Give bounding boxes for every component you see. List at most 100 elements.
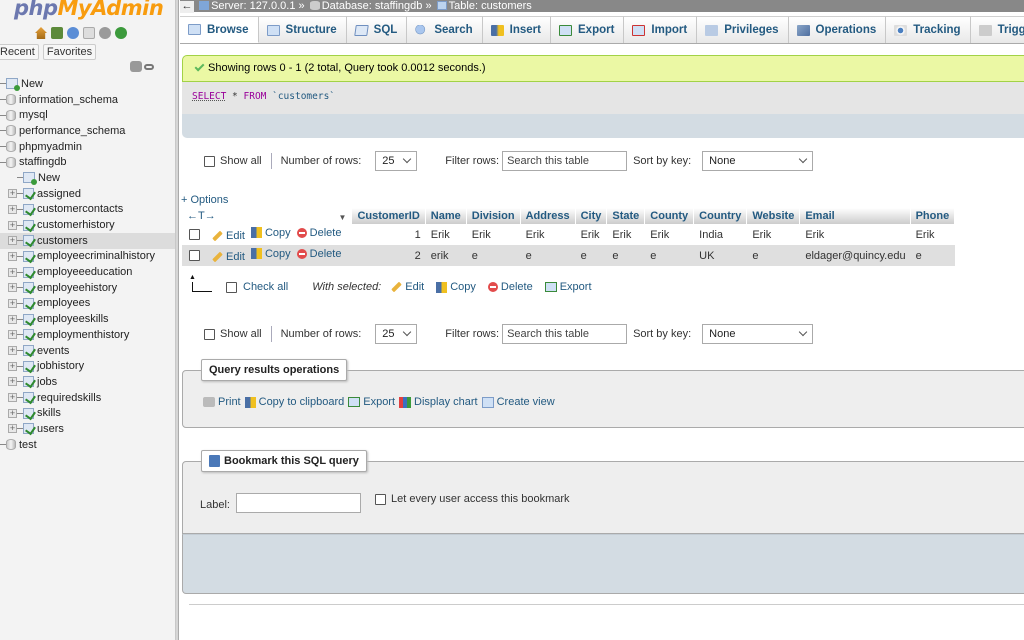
expand-icon[interactable]: + (8, 204, 17, 214)
export-link[interactable]: Export (348, 396, 395, 408)
breadcrumb-server[interactable]: Server: 127.0.0.1 (211, 0, 295, 12)
sidebar-resizer[interactable] (176, 0, 179, 640)
tree-item-mysql[interactable]: mysql (0, 107, 175, 123)
number-of-rows-select[interactable]: 25 (375, 151, 418, 171)
row-checkbox[interactable] (189, 250, 200, 262)
expand-icon[interactable]: + (8, 393, 17, 403)
cell-country[interactable]: UK (694, 245, 748, 266)
tab-tracking[interactable]: Tracking (886, 16, 971, 43)
docs-icon[interactable] (83, 27, 95, 39)
expand-icon[interactable]: + (8, 314, 17, 324)
back-arrow-icon[interactable]: ← (180, 1, 194, 13)
column-header-division[interactable]: Division (466, 208, 521, 224)
expand-icon[interactable]: + (8, 361, 17, 371)
breadcrumb-table[interactable]: Table: customers (449, 0, 532, 12)
check-all-checkbox[interactable] (226, 281, 237, 293)
expand-icon[interactable]: + (8, 330, 17, 340)
cell-city[interactable]: e (575, 245, 608, 266)
column-header-phone[interactable]: Phone (910, 208, 956, 224)
tree-item-employeeeducation[interactable]: + employeeeducation (0, 264, 175, 280)
cell-county[interactable]: e (645, 245, 695, 266)
filter-rows-input[interactable] (502, 324, 628, 344)
tree-item-requiredskills[interactable]: + requiredskills (0, 390, 175, 406)
column-header-country[interactable]: Country (694, 208, 748, 224)
tree-item-information-schema[interactable]: information_schema (0, 92, 175, 108)
cell-website[interactable]: e (747, 245, 801, 266)
filter-rows-input[interactable] (502, 151, 628, 171)
tree-item-staffingdb[interactable]: staffingdb (0, 154, 175, 170)
column-resize-arrows[interactable]: ←T→ (187, 210, 216, 222)
copy-to-clipboard-link[interactable]: Copy to clipboard (244, 396, 344, 408)
row-edit-button[interactable]: Edit (212, 251, 245, 263)
bulk-edit-button[interactable]: Edit (391, 281, 424, 293)
number-of-rows-select[interactable]: 25 (375, 324, 418, 344)
check-all-label[interactable]: Check all (243, 281, 288, 293)
cell-address[interactable]: e (520, 245, 576, 266)
cell-division[interactable]: Erik (466, 224, 521, 245)
tree-item-employees[interactable]: + employees (0, 296, 175, 312)
bookmark-label-input[interactable] (236, 493, 361, 513)
reload-icon[interactable] (115, 27, 127, 39)
tree-item-assigned[interactable]: + assigned (0, 186, 175, 202)
sort-by-key-select[interactable]: None (702, 324, 814, 344)
cell-address[interactable]: Erik (520, 224, 576, 245)
cell-country[interactable]: India (694, 224, 748, 245)
expand-icon[interactable]: + (8, 408, 17, 418)
tree-item-events[interactable]: + events (0, 343, 175, 359)
column-header-website[interactable]: Website (747, 208, 801, 224)
share-bookmark-checkbox[interactable] (375, 493, 386, 505)
tab-triggers[interactable]: Triggers (970, 16, 1024, 43)
tab-export[interactable]: Export (551, 16, 625, 43)
cell-county[interactable]: Erik (645, 224, 695, 245)
show-all-checkbox[interactable] (204, 328, 215, 340)
cell-division[interactable]: e (466, 245, 521, 266)
cell-state[interactable]: e (607, 245, 646, 266)
expand-icon[interactable]: + (8, 346, 17, 356)
bulk-delete-button[interactable]: Delete (487, 281, 533, 293)
tab-insert[interactable]: Insert (482, 16, 551, 43)
tree-item-phpmyadmin[interactable]: phpmyadmin (0, 139, 175, 155)
cell-customerid[interactable]: 1 (352, 224, 426, 245)
row-delete-button[interactable]: Delete (296, 227, 341, 239)
tab-import[interactable]: Import (624, 16, 698, 43)
tree-item-test[interactable]: test (0, 437, 175, 453)
cell-website[interactable]: Erik (747, 224, 801, 245)
cell-email[interactable]: eldager@quincy.edu (800, 245, 911, 266)
column-header-city[interactable]: City (575, 208, 608, 224)
phpmyadmin-logo[interactable]: phpMyAdmin (14, 0, 164, 20)
cell-name[interactable]: Erik (425, 224, 467, 245)
sql-query-display[interactable]: SELECT * FROM `customers` (182, 82, 1024, 114)
print-link[interactable]: Print (203, 396, 241, 408)
row-edit-button[interactable]: Edit (212, 230, 245, 242)
expand-icon[interactable]: + (8, 189, 17, 199)
tab-structure[interactable]: Structure (258, 16, 347, 43)
breadcrumb-database[interactable]: Database: staffingdb (322, 0, 423, 12)
tree-item-New-0[interactable]: New (0, 76, 175, 92)
column-header-email[interactable]: Email (800, 208, 911, 224)
display-chart-link[interactable]: Display chart (399, 396, 478, 408)
tab-search[interactable]: Search (407, 16, 483, 43)
row-checkbox[interactable] (189, 229, 200, 241)
column-header-customerid[interactable]: CustomerID (352, 208, 426, 224)
tree-item-customercontacts[interactable]: + customercontacts (0, 202, 175, 218)
row-copy-button[interactable]: Copy (250, 227, 291, 239)
expand-icon[interactable]: + (8, 424, 17, 434)
column-visibility-dropdown-icon[interactable]: ▼ (339, 213, 347, 222)
tab-browse[interactable]: Browse (180, 16, 259, 43)
expand-icon[interactable]: + (8, 236, 17, 246)
expand-icon[interactable]: + (8, 267, 17, 277)
tree-item-jobhistory[interactable]: + jobhistory (0, 358, 175, 374)
tree-item-employmenthistory[interactable]: + employmenthistory (0, 327, 175, 343)
favorites-tab[interactable]: Favorites (42, 44, 97, 60)
tree-item-employeeskills[interactable]: + employeeskills (0, 311, 175, 327)
column-header-state[interactable]: State (607, 208, 646, 224)
row-delete-button[interactable]: Delete (296, 248, 341, 260)
show-all-checkbox[interactable] (204, 155, 215, 167)
tree-item-skills[interactable]: + skills (0, 405, 175, 421)
cell-city[interactable]: Erik (575, 224, 608, 245)
tree-item-jobs[interactable]: + jobs (0, 374, 175, 390)
column-header-county[interactable]: County (645, 208, 695, 224)
recent-tab[interactable]: Recent (0, 44, 39, 60)
tree-item-New-6[interactable]: New (0, 170, 175, 186)
cell-customerid[interactable]: 2 (352, 245, 426, 266)
